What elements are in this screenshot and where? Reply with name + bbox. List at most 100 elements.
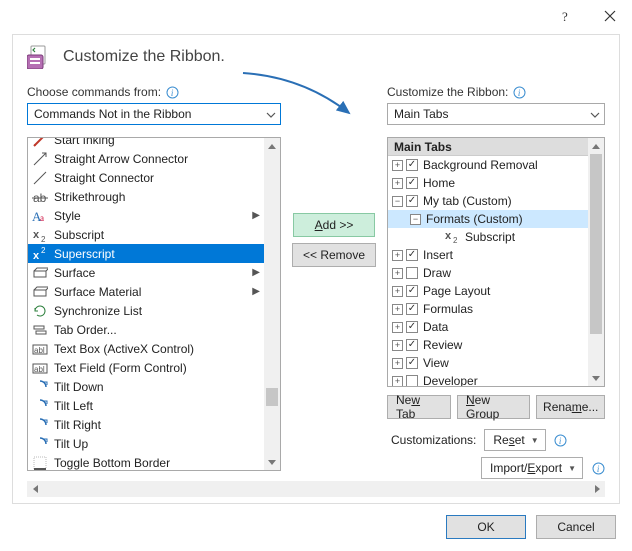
tree-node[interactable]: + Review — [388, 336, 588, 354]
scroll-right-icon[interactable] — [589, 481, 605, 497]
command-item[interactable]: Start Inking — [28, 138, 264, 149]
command-item[interactable]: Surface▶ — [28, 263, 264, 282]
checkbox[interactable] — [406, 303, 418, 315]
tree-node-label: Formulas — [423, 302, 473, 316]
help-button[interactable]: ? — [544, 2, 588, 30]
strike-icon: ab — [32, 189, 48, 205]
customize-ribbon-label: Customize the Ribbon: i — [387, 85, 605, 99]
checkbox[interactable] — [406, 375, 418, 386]
tree-node[interactable]: −Formats (Custom) — [388, 210, 588, 228]
tree-node[interactable]: + Formulas — [388, 300, 588, 318]
tree-node[interactable]: x2Subscript — [388, 228, 588, 246]
checkbox[interactable] — [406, 339, 418, 351]
checkbox[interactable] — [406, 177, 418, 189]
checkbox[interactable] — [406, 195, 418, 207]
import-export-dropdown[interactable]: Import/Export▼ — [481, 457, 583, 479]
expand-icon[interactable]: + — [392, 322, 403, 333]
command-item[interactable]: x2Superscript — [28, 244, 264, 263]
new-tab-button[interactable]: New Tab — [387, 395, 451, 419]
scroll-down-icon[interactable] — [588, 370, 604, 386]
tree-node[interactable]: +Draw — [388, 264, 588, 282]
checkbox[interactable] — [406, 249, 418, 261]
tree-node-label: Subscript — [465, 230, 515, 244]
tree-node[interactable]: +Insert — [388, 246, 588, 264]
expand-icon[interactable]: + — [392, 268, 403, 279]
expand-icon[interactable]: + — [392, 250, 403, 261]
info-icon[interactable]: i — [512, 85, 526, 99]
customizations-label: Customizations: — [391, 433, 476, 447]
scroll-up-icon[interactable] — [588, 138, 604, 154]
style-icon: Aa — [32, 208, 48, 224]
expand-icon[interactable]: + — [392, 376, 403, 387]
command-item[interactable]: Tilt Up — [28, 434, 264, 453]
command-item[interactable]: x2Subscript — [28, 225, 264, 244]
command-item[interactable]: Tilt Down — [28, 377, 264, 396]
collapse-icon[interactable]: − — [410, 214, 421, 225]
svg-text:x: x — [33, 229, 40, 241]
expand-icon[interactable]: + — [392, 178, 403, 189]
command-item[interactable]: Straight Arrow Connector — [28, 149, 264, 168]
tree-node[interactable]: +Page Layout — [388, 282, 588, 300]
command-item[interactable]: Synchronize List — [28, 301, 264, 320]
svg-text:x: x — [33, 250, 40, 262]
command-item[interactable]: Surface Material▶ — [28, 282, 264, 301]
info-icon[interactable]: i — [591, 461, 605, 475]
info-icon[interactable]: i — [554, 433, 568, 447]
tree-header: Main Tabs — [388, 138, 588, 156]
command-item[interactable]: ablText Field (Form Control) — [28, 358, 264, 377]
add-button[interactable]: Add >> — [293, 213, 375, 237]
scroll-left-icon[interactable] — [27, 481, 43, 497]
command-item[interactable]: Toggle Bottom Border — [28, 453, 264, 470]
choose-commands-select[interactable]: Commands Not in the Ribbon — [27, 103, 281, 125]
rename-button[interactable]: Rename... — [536, 395, 605, 419]
reset-dropdown[interactable]: Reset▼ — [484, 429, 545, 451]
expand-icon[interactable]: + — [392, 160, 403, 171]
horizontal-scrollbar[interactable] — [27, 481, 605, 497]
svg-text:abl: abl — [34, 346, 45, 355]
close-button[interactable] — [588, 2, 632, 30]
command-item[interactable]: Tilt Left — [28, 396, 264, 415]
checkbox[interactable] — [406, 285, 418, 297]
checkbox[interactable] — [406, 267, 418, 279]
tree-node-label: Review — [423, 338, 462, 352]
scroll-down-icon[interactable] — [264, 454, 280, 470]
checkbox[interactable] — [406, 357, 418, 369]
command-item[interactable]: AaStyle▶ — [28, 206, 264, 225]
checkbox[interactable] — [406, 159, 418, 171]
expand-icon[interactable]: + — [392, 340, 403, 351]
tree-node[interactable]: +Data — [388, 318, 588, 336]
scrollbar-thumb[interactable] — [590, 154, 602, 334]
scroll-up-icon[interactable] — [264, 138, 280, 154]
new-group-button[interactable]: New Group — [457, 395, 530, 419]
command-item[interactable]: Straight Connector — [28, 168, 264, 187]
checkbox[interactable] — [406, 321, 418, 333]
expand-icon[interactable]: + — [392, 358, 403, 369]
ribbon-tree[interactable]: Main Tabs +Background Removal+Home−My ta… — [387, 137, 605, 387]
commands-scrollbar[interactable] — [264, 138, 280, 470]
dialog-title: Customize the Ribbon. — [63, 48, 225, 66]
collapse-icon[interactable]: − — [392, 196, 403, 207]
info-icon[interactable]: i — [165, 85, 179, 99]
command-item[interactable]: Tilt Right — [28, 415, 264, 434]
cancel-button[interactable]: Cancel — [536, 515, 616, 539]
tree-node[interactable]: −My tab (Custom) — [388, 192, 588, 210]
scrollbar-thumb[interactable] — [266, 388, 278, 406]
tree-scrollbar[interactable] — [588, 138, 604, 386]
choose-commands-value: Commands Not in the Ribbon — [34, 107, 191, 121]
tree-node[interactable]: +Developer — [388, 372, 588, 386]
expand-icon[interactable]: + — [392, 286, 403, 297]
line-icon — [32, 170, 48, 186]
tree-node[interactable]: +View — [388, 354, 588, 372]
command-item[interactable]: ablText Box (ActiveX Control) — [28, 339, 264, 358]
svg-text:i: i — [559, 436, 562, 446]
remove-button[interactable]: << Remove — [292, 243, 376, 267]
command-item[interactable]: ab Strikethrough — [28, 187, 264, 206]
tree-node[interactable]: +Home — [388, 174, 588, 192]
expand-icon[interactable]: + — [392, 304, 403, 315]
command-label: Strikethrough — [54, 190, 125, 204]
command-item[interactable]: Tab Order... — [28, 320, 264, 339]
ok-button[interactable]: OK — [446, 515, 526, 539]
customize-ribbon-select[interactable]: Main Tabs — [387, 103, 605, 125]
tree-node[interactable]: +Background Removal — [388, 156, 588, 174]
commands-listbox[interactable]: Start InkingStraight Arrow ConnectorStra… — [27, 137, 281, 471]
